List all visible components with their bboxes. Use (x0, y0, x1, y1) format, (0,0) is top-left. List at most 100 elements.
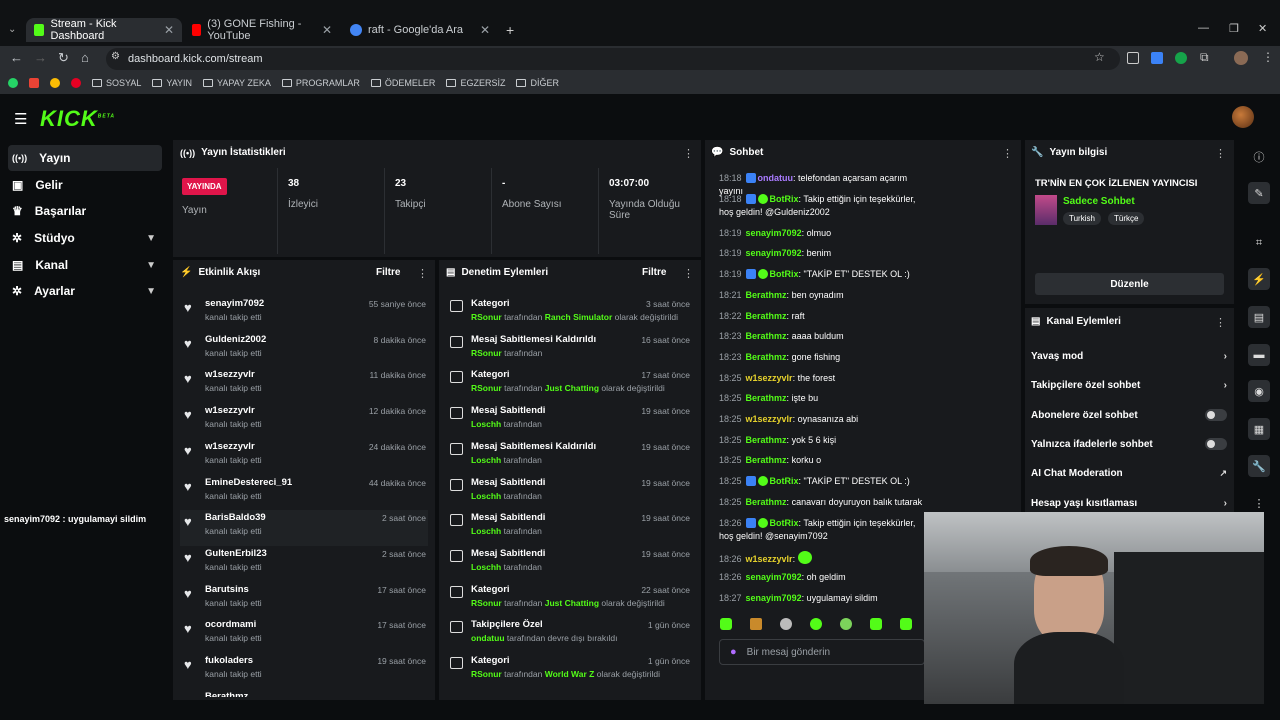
back-icon[interactable]: ← (10, 50, 23, 65)
activity-username[interactable]: BarisBaldo39 (205, 512, 266, 523)
moderator-name[interactable]: Loschh (471, 562, 501, 572)
moderator-name[interactable]: Loschh (471, 526, 501, 536)
chat-menu-icon[interactable]: ⋮ (1002, 147, 1013, 160)
message-username[interactable]: Berathmz (746, 331, 787, 341)
activity-username[interactable]: senayim7092 (205, 298, 264, 309)
activity-username[interactable]: GultenErbil23 (205, 548, 267, 559)
moderator-name[interactable]: RSonur (471, 348, 502, 358)
bookmark-folder[interactable]: DİĞER (516, 78, 559, 88)
activity-filter-button[interactable]: Filtre (376, 267, 400, 278)
whatsapp-icon[interactable] (8, 78, 18, 88)
message-username[interactable]: Berathmz (746, 311, 787, 321)
message-username[interactable]: w1sezzyvlr (746, 554, 793, 564)
layout-icon[interactable]: ▦ (1248, 418, 1270, 440)
pinterest-icon[interactable] (71, 78, 81, 88)
close-window-icon[interactable]: ✕ (1258, 22, 1267, 35)
message-username[interactable]: Berathmz (746, 290, 787, 300)
sidebar-item-yayin[interactable]: ((•)) Yayın (8, 145, 162, 171)
emote-icon[interactable] (900, 618, 912, 630)
pencil-icon[interactable]: ✎ (1248, 182, 1270, 204)
message-username[interactable]: Berathmz (746, 393, 787, 403)
close-tab-icon[interactable]: ✕ (164, 23, 174, 37)
moderator-name[interactable]: RSonur (471, 312, 502, 322)
profile-avatar[interactable] (1234, 51, 1248, 65)
user-avatar[interactable] (1232, 106, 1254, 128)
activity-username[interactable]: fukoladers (205, 655, 253, 666)
message-username[interactable]: Berathmz (746, 435, 787, 445)
chat-icon[interactable]: ▬ (1248, 344, 1270, 366)
tag-chip[interactable]: Türkçe (1108, 212, 1145, 225)
tab-youtube[interactable]: (3) GONE Fishing - YouTube ✕ (184, 18, 340, 42)
emote-icon[interactable] (840, 618, 852, 630)
message-username[interactable]: ondatuu (758, 173, 794, 183)
message-username[interactable]: Berathmz (746, 352, 787, 362)
emote-icon[interactable] (870, 618, 882, 630)
emote-icon[interactable] (780, 618, 792, 630)
site-info-icon[interactable]: ⚙ (111, 51, 120, 62)
edit-button[interactable]: Düzenle (1035, 273, 1224, 295)
bookmark-folder[interactable]: YAPAY ZEKA (203, 78, 271, 88)
tab-kick-dashboard[interactable]: Stream - Kick Dashboard ✕ (26, 18, 182, 42)
message-username[interactable]: senayim7092 (746, 248, 802, 258)
sidebar-item-gelir[interactable]: ▣ Gelir (8, 172, 162, 198)
stream-info-menu-icon[interactable]: ⋮ (1215, 147, 1226, 160)
extension-icon[interactable] (1127, 52, 1139, 64)
wrench-icon[interactable]: 🔧 (1248, 455, 1270, 477)
lightning-icon[interactable]: ⚡ (1248, 268, 1270, 290)
action-slow-mode[interactable]: Yavaş mod › (1031, 346, 1227, 366)
address-bar[interactable]: dashboard.kick.com/stream (106, 48, 1120, 70)
more-icon[interactable]: ⋮ (1248, 492, 1270, 514)
hamburger-menu-icon[interactable]: ☰ (14, 110, 27, 128)
activity-username[interactable]: w1sezzyvlr (205, 441, 255, 452)
subscribers-only-toggle[interactable] (1205, 409, 1227, 421)
activity-username[interactable]: EmineDestereci_91 (205, 477, 292, 488)
home-icon[interactable]: ⌂ (81, 50, 89, 65)
message-username[interactable]: Berathmz (746, 455, 787, 465)
moderation-menu-icon[interactable]: ⋮ (683, 267, 694, 280)
message-username[interactable]: BotRix (770, 194, 799, 204)
broadcast-icon[interactable]: ◉ (1248, 380, 1270, 402)
moderator-name[interactable]: Loschh (471, 419, 501, 429)
message-username[interactable]: Berathmz (746, 497, 787, 507)
extension-icon[interactable] (1151, 52, 1163, 64)
gmail-icon[interactable] (29, 78, 39, 88)
reload-icon[interactable]: ↻ (58, 50, 69, 66)
message-username[interactable]: senayim7092 (746, 228, 802, 238)
info-icon[interactable]: ⓘ (1248, 146, 1270, 168)
channel-actions-menu-icon[interactable]: ⋮ (1215, 316, 1226, 329)
activity-username[interactable]: Guldeniz2002 (205, 334, 266, 345)
message-username[interactable]: BotRix (770, 269, 799, 279)
emote-icon[interactable] (720, 618, 732, 630)
chat-input[interactable]: ● Bir mesaj gönderin (719, 639, 925, 665)
activity-username[interactable]: Berathmz (205, 691, 248, 697)
browser-menu-icon[interactable]: ⋮ (1262, 50, 1274, 64)
tab-search-icon[interactable]: ⌄ (8, 24, 16, 35)
action-ai-moderation[interactable]: AI Chat Moderation ↗ (1031, 463, 1227, 483)
activity-username[interactable]: w1sezzyvlr (205, 405, 255, 416)
sidebar-item-studyo[interactable]: ✲ Stüdyo ▼ (8, 225, 162, 251)
category-name[interactable]: Sadece Sohbet (1063, 196, 1135, 207)
message-username[interactable]: w1sezzyvlr (746, 373, 793, 383)
bookmark-folder[interactable]: PROGRAMLAR (281, 78, 360, 88)
emote-icon[interactable] (750, 618, 762, 630)
kick-logo[interactable]: KICKBETA (40, 106, 115, 132)
stats-menu-icon[interactable]: ⋮ (683, 147, 694, 160)
moderator-name[interactable]: Loschh (471, 491, 501, 501)
extension-icon[interactable] (1175, 52, 1187, 64)
clipboard-icon[interactable]: ▤ (1248, 306, 1270, 328)
crop-icon[interactable]: ⌗ (1248, 232, 1270, 254)
bookmark-folder[interactable]: SOSYAL (92, 78, 141, 88)
new-tab-icon[interactable]: + (506, 22, 514, 38)
moderation-filter-button[interactable]: Filtre (642, 267, 666, 278)
moderator-name[interactable]: RSonur (471, 383, 502, 393)
action-followers-only[interactable]: Takipçilere özel sohbet › (1031, 375, 1227, 395)
activity-menu-icon[interactable]: ⋮ (417, 267, 428, 280)
activity-username[interactable]: ocordmami (205, 619, 256, 630)
action-account-age[interactable]: Hesap yaşı kısıtlaması › (1031, 493, 1227, 513)
extensions-puzzle-icon[interactable]: ⧉ (1200, 50, 1209, 65)
activity-username[interactable]: w1sezzyvlr (205, 369, 255, 380)
emote-icon[interactable] (810, 618, 822, 630)
message-username[interactable]: BotRix (770, 476, 799, 486)
sidebar-item-ayarlar[interactable]: ✲ Ayarlar ▼ (8, 278, 162, 304)
bookmark-star-icon[interactable]: ☆ (1094, 50, 1105, 64)
